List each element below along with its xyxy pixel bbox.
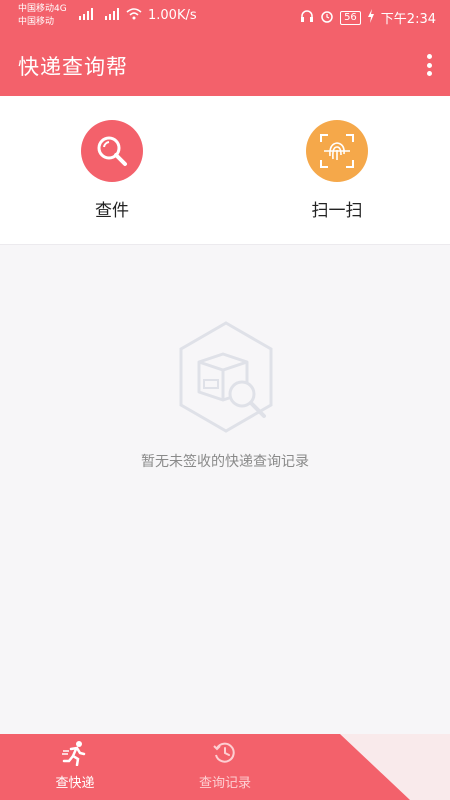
scan-shortcut-button[interactable]: 扫一扫: [277, 120, 397, 221]
fingerprint-scan-icon: [306, 120, 368, 182]
signal-icon: [78, 8, 96, 23]
empty-state-message: 暂无未签收的快递查询记录: [141, 454, 309, 470]
search-icon: [81, 120, 143, 182]
empty-state: 暂无未签收的快递查询记录: [0, 244, 450, 734]
signal-icon-2: [104, 8, 122, 23]
status-right: 56 下午2:34: [300, 8, 436, 27]
status-bar: 中国移动4G 中国移动 1.00K/s 56 下午2:34: [0, 0, 450, 34]
battery-indicator: 56: [340, 10, 361, 25]
bottom-navigation: 查快递 查询记录: [0, 734, 450, 800]
carrier-line2: 中国移动: [18, 17, 55, 27]
clock-time: 下午2:34: [380, 12, 436, 27]
runner-icon: [15, 740, 135, 770]
scan-shortcut-label: 扫一扫: [311, 201, 363, 221]
shortcut-panel: 查件 扫一扫: [0, 96, 450, 245]
decorative-corner: [300, 734, 450, 800]
app-title: 快递查询帮: [18, 55, 128, 79]
history-clock-icon: [165, 740, 285, 770]
app-bar: 快递查询帮: [0, 34, 450, 96]
query-shortcut-label: 查件: [95, 201, 129, 221]
tab-express-query-label: 查快递: [55, 776, 95, 791]
tab-express-query[interactable]: 查快递: [15, 740, 135, 791]
more-menu-icon[interactable]: [426, 54, 432, 76]
carrier-line1: 中国移动4G: [18, 4, 67, 14]
network-speed: 1.00K/s: [148, 8, 197, 23]
query-shortcut-button[interactable]: 查件: [52, 120, 172, 221]
tab-query-history[interactable]: 查询记录: [165, 740, 285, 791]
alarm-icon: [320, 9, 334, 27]
headset-icon: [300, 9, 314, 27]
package-search-icon: [171, 320, 281, 439]
carrier-info: 中国移动4G 中国移动: [18, 3, 67, 29]
wifi-icon: [126, 8, 142, 23]
tab-query-history-label: 查询记录: [198, 776, 251, 791]
charging-icon: [367, 8, 375, 27]
